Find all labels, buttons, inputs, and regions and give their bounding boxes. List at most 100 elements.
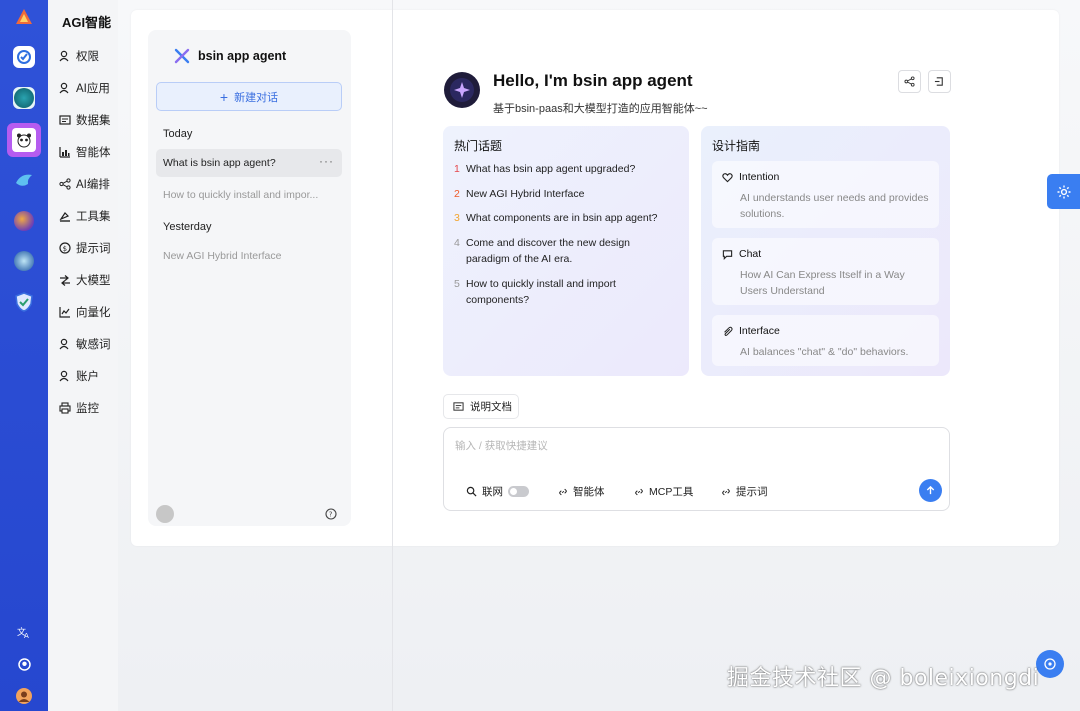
guide-card-header: Intention [722, 171, 779, 183]
new-conversation-button[interactable]: + 新建对话 [156, 82, 342, 111]
menu-label: AI应用 [76, 83, 110, 95]
panel-divider [392, 0, 393, 711]
more-icon[interactable]: ··· [319, 154, 334, 168]
menu-item-permissions[interactable]: 权限 [59, 47, 117, 65]
menu-label: 向量化 [76, 307, 111, 319]
web-search-label: 联网 [482, 486, 503, 498]
vector-icon [59, 307, 70, 318]
floating-help-button[interactable] [1036, 650, 1064, 678]
share-icon [904, 76, 915, 87]
conversations-panel: bsin app agent + 新建对话 Today What is bsin… [148, 30, 351, 526]
menu-item-sensitive-words[interactable]: 敏感词 [59, 335, 117, 353]
menu-item-toolset[interactable]: 工具集 [59, 207, 117, 225]
hot-topic-number: 2 [454, 188, 460, 200]
prompt-tool-button[interactable]: 提示词 [721, 484, 768, 499]
exit-button[interactable] [928, 70, 951, 93]
rail-app-1[interactable] [13, 46, 35, 68]
welcome-title: Hello, I'm bsin app agent [493, 71, 693, 90]
hot-topic-item[interactable]: 4 Come and discover the new design parad… [454, 235, 676, 267]
web-search-toggle[interactable]: 联网 [466, 484, 529, 499]
group-label-yesterday: Yesterday [163, 221, 212, 233]
hot-topic-item[interactable]: 3 What components are in bsin app agent? [454, 210, 676, 226]
rail-app-4[interactable] [13, 169, 35, 191]
rail-app-6[interactable] [13, 250, 35, 272]
user-icon [59, 50, 69, 62]
web-search-switch[interactable] [508, 486, 529, 497]
hot-topics-title: 热门话题 [454, 139, 503, 153]
menu-label: 提示词 [76, 243, 111, 255]
dataset-icon [59, 115, 71, 125]
plus-icon: + [219, 88, 229, 105]
menu-item-monitoring[interactable]: 监控 [59, 399, 117, 417]
share-icon [59, 178, 71, 190]
menu-label: 权限 [76, 51, 99, 63]
guide-card-desc: AI balances "chat" & "do" behaviors. [740, 346, 909, 358]
design-guide-title: 设计指南 [712, 139, 761, 153]
new-conversation-label: 新建对话 [234, 91, 279, 104]
hot-topic-number: 4 [454, 237, 460, 249]
settings-drawer-button[interactable] [1047, 174, 1080, 209]
translate-icon[interactable]: 文A [16, 624, 32, 640]
guide-card-header: Chat [722, 248, 761, 260]
planet-icon [14, 211, 34, 231]
link-icon [722, 488, 730, 495]
agent-tool-button[interactable]: 智能体 [558, 484, 605, 499]
rail-app-5[interactable] [13, 210, 35, 232]
hot-topic-item[interactable]: 2 New AGI Hybrid Interface [454, 186, 676, 202]
arrow-up-icon [926, 485, 935, 495]
hot-topic-number: 5 [454, 278, 460, 290]
send-button[interactable] [919, 479, 942, 502]
menu-item-ai-apps[interactable]: AI应用 [59, 79, 117, 97]
conversation-item[interactable]: New AGI Hybrid Interface [156, 242, 342, 270]
user-icon [59, 338, 69, 350]
rail-app-3-active[interactable] [7, 123, 41, 157]
user-icon [59, 370, 69, 382]
help-icon[interactable]: ? [325, 508, 337, 520]
menu-item-vectorization[interactable]: 向量化 [59, 303, 117, 321]
guide-card-title: Chat [739, 248, 762, 260]
check-circle-icon [17, 50, 31, 64]
rail-app-7[interactable] [13, 291, 35, 313]
conversation-item[interactable]: What is bsin app agent? ··· [156, 149, 342, 177]
heart-icon [722, 172, 733, 182]
conversation-item[interactable]: How to quickly install and impor... [156, 181, 342, 209]
hot-topic-text: New AGI Hybrid Interface [466, 188, 585, 200]
svg-text:A: A [24, 632, 29, 639]
link-icon [635, 488, 643, 495]
avatar[interactable] [156, 505, 174, 523]
user-icon [59, 82, 69, 94]
menu-label: 敏感词 [76, 339, 111, 351]
menu-item-agents[interactable]: 智能体 [59, 143, 117, 161]
welcome-subtitle: 基于bsin-paas和大模型打造的应用智能体~~ [493, 103, 708, 115]
menu-item-datasets[interactable]: 数据集 [59, 111, 117, 129]
agent-tool-label: 智能体 [573, 486, 605, 498]
rail-app-2[interactable] [13, 87, 35, 109]
agent-header: bsin app agent [174, 48, 286, 64]
conversation-title: New AGI Hybrid Interface [163, 250, 282, 262]
guide-card-intention[interactable]: Intention AI understands user needs and … [712, 161, 939, 228]
hot-topic-number: 3 [454, 212, 460, 224]
chart-icon [59, 147, 70, 158]
user-avatar[interactable] [16, 688, 32, 704]
menu-item-prompts[interactable]: $ 提示词 [59, 239, 117, 257]
hot-topic-number: 1 [454, 163, 460, 175]
guide-card-chat[interactable]: Chat How AI Can Express Itself in a Way … [712, 238, 939, 305]
document-icon [453, 402, 464, 411]
hot-topic-item[interactable]: 1 What has bsin app agent upgraded? [454, 161, 676, 177]
brand-logo-icon [16, 9, 32, 24]
mcp-tool-button[interactable]: MCP工具 [634, 484, 693, 499]
github-icon[interactable] [16, 656, 32, 672]
menu-item-models[interactable]: 大模型 [59, 271, 117, 289]
message-input[interactable] [455, 436, 935, 456]
docs-tab[interactable]: 说明文档 [443, 394, 519, 419]
menu-item-ai-orchestration[interactable]: AI编排 [59, 175, 117, 193]
guide-card-interface[interactable]: Interface AI balances "chat" & "do" beha… [712, 315, 939, 366]
agent-name: bsin app agent [198, 49, 287, 63]
hot-topic-item[interactable]: 5 How to quickly install and import comp… [454, 276, 676, 308]
panda-icon [12, 128, 36, 152]
group-label-today: Today [163, 128, 193, 140]
share-button[interactable] [898, 70, 921, 93]
menu-item-account[interactable]: 账户 [59, 367, 117, 385]
tools-icon [59, 212, 70, 222]
globe-icon [14, 88, 34, 108]
